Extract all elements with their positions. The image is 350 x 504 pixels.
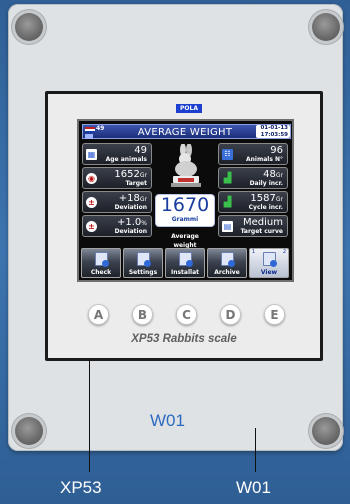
average-weight-panel: 1670 Grammi Average weight — [154, 142, 216, 260]
key-b-button[interactable]: B — [132, 304, 153, 325]
model-label: XP53 Rabbits scale — [131, 333, 237, 345]
tile-label: Target curve — [240, 228, 283, 235]
weight-unit: Grammi — [171, 216, 199, 223]
screw-bottom-right — [312, 417, 340, 445]
tile-label: Deviation — [114, 204, 147, 211]
screen-title: AVERAGE WEIGHT — [137, 127, 233, 138]
tile-deviation-grams[interactable]: ± +18Gr Deviation — [82, 191, 152, 213]
key-e-button[interactable]: E — [264, 304, 285, 325]
flag-icon — [85, 127, 95, 133]
tile-daily-increase[interactable]: ▟ 48Gr Daily incr. — [218, 167, 288, 189]
tile-animals-count[interactable]: ☷ 96 Animals N° — [218, 143, 288, 165]
settings-button[interactable]: Settings — [123, 248, 163, 278]
header-counter: 49 — [96, 125, 105, 132]
settings-icon — [137, 252, 151, 267]
deviation-percent-icon: ± — [86, 221, 97, 232]
callout-w01: W01 — [236, 478, 271, 497]
view-label: View — [260, 269, 278, 276]
check-button[interactable]: Check — [81, 248, 121, 278]
view-icon — [263, 252, 277, 267]
weight-display: 1670 Grammi — [155, 194, 215, 227]
animals-count-icon: ☷ — [222, 149, 233, 160]
time-text: 17:03:59 — [260, 131, 288, 138]
check-icon — [95, 252, 109, 267]
view-page-right: 2 — [282, 249, 286, 255]
view-page-left: 1 — [252, 249, 256, 255]
keypad: A B C D E — [88, 304, 288, 326]
installation-label: Installat — [170, 269, 200, 276]
target-icon: ◉ — [86, 173, 97, 184]
check-label: Check — [90, 269, 112, 276]
calendar-icon: ▦ — [86, 149, 97, 160]
curve-icon: ▤ — [222, 221, 233, 232]
tile-label: Daily incr. — [249, 180, 283, 187]
display-bezel: POLA 49 AVERAGE WEIGHT 01-01-13 17:03:59… — [45, 91, 323, 361]
tile-target-curve[interactable]: ▤ Medium Target curve — [218, 215, 288, 237]
bottom-toolbar: Check Settings Installat Archive 1 2 Vie… — [80, 248, 291, 278]
tile-label: Cycle incr. — [248, 204, 283, 211]
tile-value: Medium — [243, 217, 283, 228]
tile-label: Deviation — [114, 228, 147, 235]
installation-button[interactable]: Installat — [165, 248, 205, 278]
view-button[interactable]: 1 2 View — [249, 248, 289, 278]
leader-line-left — [89, 360, 90, 472]
tile-cycle-increase[interactable]: ▟ 1587Gr Cycle incr. — [218, 191, 288, 213]
leader-line-right — [255, 428, 256, 472]
lcd-screen: 49 AVERAGE WEIGHT 01-01-13 17:03:59 ▦ 49… — [77, 119, 294, 282]
growth-chart-icon: ▟ — [223, 173, 232, 184]
screw-bottom-left — [15, 417, 43, 445]
settings-label: Settings — [128, 269, 158, 276]
tile-deviation-percent[interactable]: ± +1.0% Deviation — [82, 215, 152, 237]
key-a-button[interactable]: A — [88, 304, 109, 325]
rabbit-scale-icon — [171, 144, 201, 187]
brand-logo: POLA — [176, 104, 202, 113]
screw-top-left — [15, 13, 43, 41]
average-weight-value: 1670 — [160, 194, 210, 216]
tile-label: Age animals — [105, 156, 147, 163]
tile-label: Animals N° — [245, 156, 283, 163]
callout-xp53: XP53 — [60, 478, 102, 497]
archive-icon — [221, 252, 235, 267]
date-text: 01-01-13 — [260, 125, 288, 131]
archive-label: Archive — [214, 269, 240, 276]
lcd-header: 49 AVERAGE WEIGHT 01-01-13 17:03:59 — [82, 124, 291, 139]
scale-panel: POLA 49 AVERAGE WEIGHT 01-01-13 17:03:59… — [8, 4, 343, 451]
tile-target[interactable]: ◉ 1652Gr Target — [82, 167, 152, 189]
deviation-icon: ± — [86, 197, 97, 208]
key-d-button[interactable]: D — [220, 304, 241, 325]
panel-code-label: W01 — [150, 411, 185, 430]
screw-top-right — [312, 13, 340, 41]
growth-chart-icon: ▟ — [223, 197, 232, 208]
installation-icon — [179, 252, 193, 267]
avg-label-line1: Average — [171, 233, 199, 240]
tile-label: Target — [125, 180, 147, 187]
datetime-box: 01-01-13 17:03:59 — [256, 125, 290, 138]
tile-age-animals[interactable]: ▦ 49 Age animals — [82, 143, 152, 165]
card-icon — [85, 134, 93, 139]
key-c-button[interactable]: C — [176, 304, 197, 325]
archive-button[interactable]: Archive — [207, 248, 247, 278]
